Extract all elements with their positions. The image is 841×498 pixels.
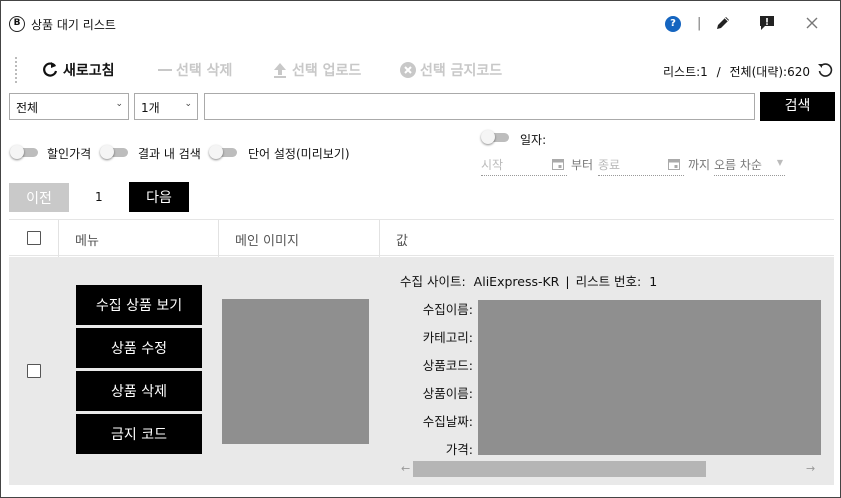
field-label-category: 카테고리: [422, 330, 473, 345]
total-count: 전체(대략):620 [729, 65, 810, 79]
select-all-checkbox[interactable] [27, 231, 41, 245]
search-input[interactable] [204, 93, 755, 120]
main-image-placeholder [222, 299, 369, 444]
delete-product-button[interactable]: 상품 삭제 [76, 371, 202, 411]
toolbar-grip [15, 57, 17, 83]
close-icon[interactable] [804, 15, 820, 31]
sort-order-select[interactable]: 오름 차순 ▼ [714, 154, 785, 176]
search-scope-value: 전체 [16, 101, 39, 115]
minus-icon [158, 69, 172, 71]
word-settings-toggle[interactable] [209, 145, 239, 159]
title-bar: B 상품 대기 리스트 ? | [1, 1, 840, 47]
previous-page-button[interactable]: 이전 [9, 183, 69, 212]
source-site-value: AliExpress-KR [473, 274, 560, 289]
view-collected-product-button[interactable]: 수집 상품 보기 [76, 285, 202, 325]
refresh-icon [43, 62, 58, 77]
reload-icon[interactable] [817, 62, 833, 78]
delete-selected-button[interactable]: 선택 삭제 [158, 60, 232, 80]
column-header-menu: 메뉴 [75, 234, 99, 249]
field-label-product-name: 상품이름: [422, 386, 473, 401]
from-label: 부터 [571, 158, 594, 172]
chevron-down-icon: ▼ [776, 158, 783, 167]
ban-code-selected-button[interactable]: 선택 금지코드 [400, 60, 502, 80]
column-header-main-image: 메인 이미지 [235, 234, 299, 249]
current-page-number: 1 [95, 190, 103, 204]
sort-order-value: 오름 차순 [714, 158, 762, 172]
date-filter-toggle[interactable] [481, 130, 511, 144]
chevron-down-icon: ⌄ [184, 99, 192, 109]
search-scope-select[interactable]: 전체 ⌄ [9, 93, 129, 120]
refresh-label: 새로고침 [63, 63, 115, 79]
list-count-status: 리스트:1 / 전체(대략):620 [663, 63, 810, 80]
next-page-button[interactable]: 다음 [129, 182, 189, 212]
upload-icon [274, 63, 286, 78]
scroll-left-icon[interactable]: ← [401, 462, 410, 475]
until-label: 까지 [688, 158, 711, 172]
upload-selected-button[interactable]: 선택 업로드 [272, 60, 361, 80]
search-button[interactable]: 검색 [760, 92, 835, 121]
search-in-results-toggle[interactable] [100, 145, 130, 159]
field-label-price: 가격: [445, 442, 473, 457]
calendar-icon[interactable] [552, 158, 564, 170]
info-separator: | [565, 274, 570, 289]
edit-product-button[interactable]: 상품 수정 [76, 328, 202, 368]
list-number-value: 1 [649, 274, 658, 289]
chevron-down-icon: ⌄ [115, 99, 123, 109]
upload-selected-label: 선택 업로드 [292, 63, 362, 79]
discount-price-toggle[interactable] [10, 145, 40, 159]
field-label-collected-date: 수집날짜: [422, 414, 473, 429]
field-values-redacted [478, 300, 821, 455]
source-info: 수집 사이트: AliExpress-KR | 리스트 번호: 1 [400, 271, 657, 290]
scroll-right-icon[interactable]: → [806, 462, 815, 475]
result-count-value: 1개 [141, 101, 160, 115]
cancel-circle-icon [400, 62, 416, 78]
app-window: B 상품 대기 리스트 ? | 새로고침 선택 삭제 선택 업로드 선택 금지코… [0, 0, 841, 498]
result-count-select[interactable]: 1개 ⌄ [134, 93, 198, 120]
source-site-label: 수집 사이트: [400, 274, 466, 289]
delete-selected-label: 선택 삭제 [176, 63, 233, 79]
toolbar: 새로고침 선택 삭제 선택 업로드 선택 금지코드 리스트:1 / 전체(대략)… [1, 51, 840, 89]
discount-price-label: 할인가격 [47, 147, 92, 161]
title-separator: | [697, 16, 702, 31]
column-header-value: 값 [396, 234, 408, 249]
field-label-product-code: 상품코드: [422, 358, 473, 373]
edit-pencil-icon[interactable] [715, 15, 731, 31]
ban-code-button[interactable]: 금지 코드 [76, 414, 202, 454]
field-label-collected-name: 수집이름: [422, 302, 473, 317]
search-in-results-label: 결과 내 검색 [138, 147, 201, 161]
app-logo-icon: B [9, 16, 25, 32]
report-feedback-icon[interactable] [759, 15, 775, 31]
ban-code-selected-label: 선택 금지코드 [420, 63, 503, 79]
word-settings-label: 단어 설정(미리보기) [248, 147, 350, 161]
list-number-label: 리스트 번호: [575, 274, 642, 289]
scrollbar-thumb[interactable] [413, 461, 706, 477]
list-count: 리스트:1 [663, 65, 708, 79]
row-select-checkbox[interactable] [27, 364, 41, 378]
count-divider: / [716, 65, 721, 79]
refresh-button[interactable]: 새로고침 [41, 60, 115, 80]
table-header: 메뉴 메인 이미지 값 [9, 219, 834, 257]
calendar-icon[interactable] [668, 158, 680, 170]
window-title: 상품 대기 리스트 [31, 18, 116, 32]
help-icon[interactable]: ? [665, 16, 681, 32]
date-filter-label: 일자: [520, 133, 547, 147]
